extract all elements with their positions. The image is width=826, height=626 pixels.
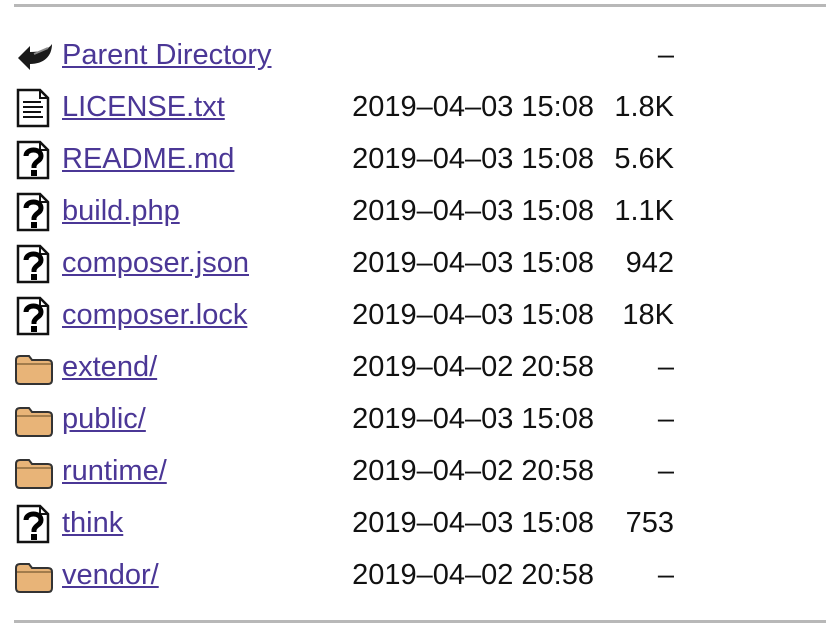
unknown-file-icon xyxy=(14,192,52,232)
file-row: composer.json 2019–04–03 15:08 942 xyxy=(0,236,826,288)
folder-icon xyxy=(14,556,53,594)
file-link[interactable]: runtime/ xyxy=(62,452,167,490)
file-link[interactable]: vendor/ xyxy=(62,556,159,594)
file-row: runtime/2019–04–02 20:58 – xyxy=(0,444,826,496)
modified-date: 2019–04–03 15:08 xyxy=(352,247,594,279)
file-link[interactable]: extend/ xyxy=(62,348,157,386)
modified-date: 2019–04–03 15:08 xyxy=(352,91,594,123)
file-link[interactable]: LICENSE.txt xyxy=(62,88,225,126)
top-divider xyxy=(14,4,826,7)
file-link[interactable]: composer.lock xyxy=(62,296,247,334)
text-file-icon xyxy=(14,88,52,128)
parent-size: – xyxy=(657,39,674,71)
modified-date: 2019–04–02 20:58 xyxy=(352,559,594,591)
modified-date: 2019–04–03 15:08 xyxy=(352,299,594,331)
modified-date: 2019–04–03 15:08 xyxy=(352,143,594,175)
file-row: public/2019–04–03 15:08 – xyxy=(0,392,826,444)
unknown-file-icon xyxy=(14,140,52,180)
file-size: 753 xyxy=(625,507,674,539)
back-icon xyxy=(14,36,52,74)
folder-icon xyxy=(14,452,53,490)
file-size: 942 xyxy=(625,247,674,279)
modified-date: 2019–04–03 15:08 xyxy=(352,507,594,539)
file-size: 1.8K xyxy=(614,91,674,123)
file-size: – xyxy=(657,559,674,591)
file-size: 18K xyxy=(622,299,674,331)
file-row: README.md 2019–04–03 15:08 5.6K xyxy=(0,132,826,184)
file-row: think 2019–04–03 15:08 753 xyxy=(0,496,826,548)
file-row: extend/2019–04–02 20:58 – xyxy=(0,340,826,392)
modified-date: 2019–04–03 15:08 xyxy=(352,195,594,227)
unknown-file-icon xyxy=(14,504,52,544)
file-row: vendor/2019–04–02 20:58 – xyxy=(0,548,826,600)
file-link[interactable]: build.php xyxy=(62,192,180,230)
folder-icon xyxy=(14,348,53,386)
modified-date: 2019–04–03 15:08 xyxy=(352,403,594,435)
file-link[interactable]: think xyxy=(62,504,123,542)
modified-date: 2019–04–02 20:58 xyxy=(352,455,594,487)
file-size: – xyxy=(657,455,674,487)
file-row: build.php 2019–04–03 15:08 1.1K xyxy=(0,184,826,236)
unknown-file-icon xyxy=(14,244,52,284)
file-row: LICENSE.txt 2019–04–03 15:08 1.8K xyxy=(0,80,826,132)
modified-date: 2019–04–02 20:58 xyxy=(352,351,594,383)
file-size: – xyxy=(657,403,674,435)
folder-icon xyxy=(14,400,53,438)
file-link[interactable]: composer.json xyxy=(62,244,249,282)
file-link[interactable]: public/ xyxy=(62,400,146,438)
file-link[interactable]: README.md xyxy=(62,140,234,178)
unknown-file-icon xyxy=(14,296,52,336)
file-row: composer.lock 2019–04–03 15:08 18K xyxy=(0,288,826,340)
parent-directory-link[interactable]: Parent Directory xyxy=(62,36,272,74)
file-size: 5.6K xyxy=(614,143,674,175)
bottom-divider xyxy=(14,620,826,623)
file-size: – xyxy=(657,351,674,383)
file-size: 1.1K xyxy=(614,195,674,227)
parent-directory-row: Parent Directory – xyxy=(0,28,826,80)
directory-listing: Parent Directory – LICENSE.txt 2019–04–03… xyxy=(0,28,826,600)
